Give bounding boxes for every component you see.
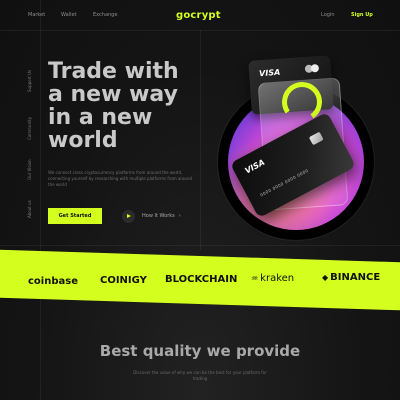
side-nav-vision[interactable]: Our Vision: [27, 159, 32, 180]
hero-title-line: world: [48, 128, 118, 153]
binance-icon: ◆: [322, 273, 329, 282]
side-nav-support[interactable]: Support Us: [27, 70, 32, 92]
section-title: Best quality we provide: [99, 342, 301, 360]
landing-page: Market Wallet Exchange gocrypt Login Sig…: [0, 0, 400, 400]
grid-line: [0, 30, 400, 31]
partner-logos: coinbase COINIGY BLOCKCHAIN ♒ kraken ◆ BIN…: [0, 272, 400, 292]
section-description: Discover the value of why we can be the …: [133, 370, 267, 381]
side-nav-about[interactable]: About us: [27, 200, 32, 218]
card-chip-icon: [308, 131, 324, 146]
signup-link[interactable]: Sign Up: [351, 12, 373, 18]
hero-title-line: in a new: [48, 105, 153, 130]
partner-logo-coinigy: COINIGY: [100, 275, 147, 286]
partner-logo-coinbase: coinbase: [28, 276, 78, 287]
hero-title-line: Trade with: [48, 59, 179, 84]
hero-description: We connect cross cryptocurrency platform…: [48, 170, 193, 187]
visa-logo: VISA: [258, 67, 281, 79]
side-nav-community[interactable]: Community: [27, 117, 32, 140]
partner-logo-kraken: ♒ kraken: [251, 273, 295, 284]
brand-logo[interactable]: gocrypt: [176, 10, 221, 21]
nav-link-exchange[interactable]: Exchange: [93, 12, 117, 18]
hero-title-line: a new way: [48, 82, 178, 107]
nav-link-market[interactable]: Market: [28, 12, 45, 18]
chevron-right-icon: ›: [178, 213, 181, 219]
card-number: 0000 0000 0000 0000: [259, 167, 310, 198]
how-it-works-link[interactable]: How It Works ›: [122, 209, 181, 223]
kraken-icon: ♒: [251, 274, 259, 283]
hero-title: Trade with a new way in a new world: [48, 60, 218, 152]
partner-logo-blockchain: BLOCKCHAIN: [165, 274, 238, 285]
grid-line: [40, 0, 41, 400]
how-it-works-label: How It Works: [142, 213, 175, 219]
play-icon[interactable]: [122, 209, 135, 223]
card-network-icon: [310, 64, 320, 73]
grid-line: [0, 245, 400, 246]
visa-logo: VISA: [243, 157, 267, 176]
get-started-button[interactable]: Get Started: [48, 208, 102, 224]
top-nav: Market Wallet Exchange gocrypt Login Sig…: [0, 10, 400, 24]
nav-link-wallet[interactable]: Wallet: [61, 12, 77, 18]
login-link[interactable]: Login: [321, 12, 335, 18]
partner-logo-binance: ◆ BINANCE: [322, 272, 381, 283]
